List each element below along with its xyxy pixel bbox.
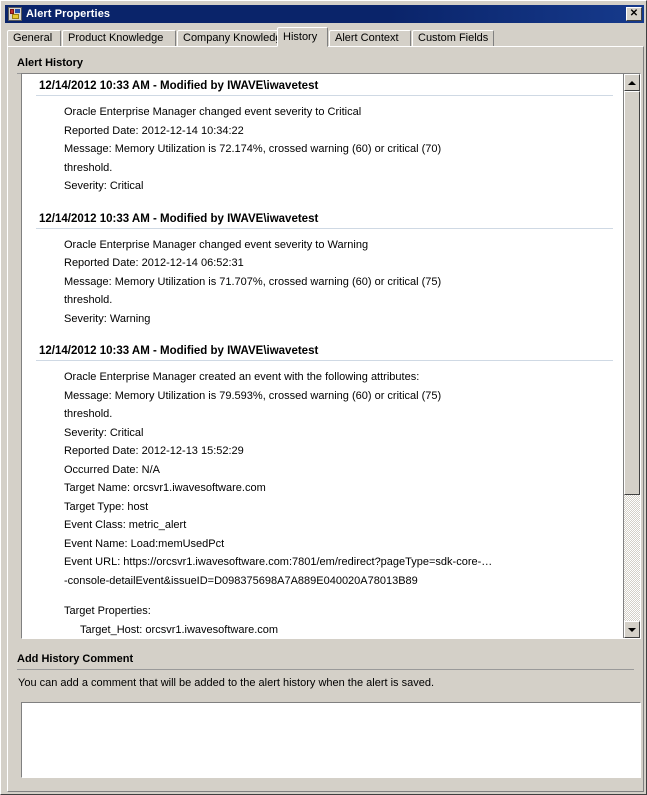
scroll-up-button[interactable] (624, 74, 640, 91)
history-entry-line: -console-detailEvent&issueID=D098375698A… (64, 574, 418, 587)
tab-product-knowledge[interactable]: Product Knowledge (62, 30, 176, 47)
tab-history[interactable]: History (277, 27, 328, 47)
scroll-down-arrow-icon (628, 627, 636, 632)
history-entry: 12/14/2012 10:33 AM - Modified by IWAVE\… (22, 74, 623, 196)
close-icon[interactable]: ✕ (626, 7, 642, 21)
history-entry-line: threshold. (64, 161, 113, 174)
scrollbar-thumb[interactable] (624, 91, 640, 495)
history-entry-line: threshold. (64, 294, 113, 306)
comment-hint-text: You can add a comment that will be added… (18, 677, 435, 689)
history-entry-line: Oracle Enterprise Manager created an eve… (64, 371, 420, 383)
history-entry-subline: Target_Host: orcsvr1.iwavesoftware.com (80, 623, 279, 636)
history-entry-line: threshold. (64, 408, 113, 420)
history-entry-title: 12/14/2012 10:33 AM - Modified by IWAVE\… (39, 80, 319, 92)
history-entry-line: Message: Memory Utilization is 72.174%, … (64, 143, 442, 155)
add-history-comment-rule (17, 669, 634, 670)
history-entry-line: Reported Date: 2012-12-13 15:52:29 (64, 445, 244, 457)
history-entry-line: Event URL: https://orcsvr1.iwavesoftware… (64, 556, 493, 568)
tab-custom-fields[interactable]: Custom Fields (412, 30, 494, 47)
history-entry-line: Occurred Date: N/A (64, 463, 160, 476)
app-properties-icon (8, 7, 22, 21)
tab-alert-context[interactable]: Alert Context (329, 30, 411, 47)
comment-textarea[interactable] (22, 703, 640, 777)
history-entry-line: Target Name: orcsvr1.iwavesoftware.com (64, 482, 266, 494)
history-entry-line: Event Name: Load:memUsedPct (64, 537, 225, 550)
tab-strip: General Product Knowledge Company Knowle… (7, 27, 644, 47)
history-entry-title: 12/14/2012 10:33 AM - Modified by IWAVE\… (39, 212, 319, 225)
window-title: Alert Properties (26, 8, 111, 20)
history-entry: 12/14/2012 10:33 AM - Modified by IWAVE\… (22, 207, 623, 329)
scroll-down-button[interactable] (624, 621, 640, 638)
history-entry-line: Message: Memory Utilization is 71.707%, … (64, 275, 442, 288)
history-entry-line: Message: Memory Utilization is 79.593%, … (64, 389, 442, 402)
history-entry-line: Severity: Critical (64, 180, 144, 192)
alert-history-list[interactable]: 12/14/2012 10:33 AM - Modified by IWAVE\… (21, 73, 641, 639)
history-entry-body: Oracle Enterprise Manager created an eve… (22, 361, 623, 638)
history-entry-body: Oracle Enterprise Manager changed event … (22, 96, 623, 196)
alert-properties-window: Alert Properties ✕ General Product Knowl… (0, 0, 647, 795)
history-entry-line: Target Properties: (64, 605, 151, 617)
alert-history-header: Alert History (17, 57, 84, 69)
entry-spacer (22, 196, 623, 207)
history-entry-line: Target Type: host (64, 500, 149, 513)
history-entry-body: Oracle Enterprise Manager changed event … (22, 229, 623, 329)
add-history-comment-header: Add History Comment (17, 653, 134, 665)
history-entry: 12/14/2012 10:33 AM - Modified by IWAVE\… (22, 339, 623, 638)
history-entry-line: Reported Date: 2012-12-14 06:52:31 (64, 257, 244, 269)
tab-general[interactable]: General (7, 30, 61, 47)
scroll-up-arrow-icon (628, 80, 636, 85)
comment-input-container[interactable] (21, 702, 641, 778)
title-bar[interactable]: Alert Properties ✕ (5, 5, 644, 23)
history-entry-title: 12/14/2012 10:33 AM - Modified by IWAVE\… (39, 345, 319, 357)
history-entry-line: Oracle Enterprise Manager changed event … (64, 106, 362, 118)
history-entry-line: Reported Date: 2012-12-14 10:34:22 (64, 124, 244, 137)
history-entry-line: Severity: Warning (64, 312, 151, 325)
entry-spacer (22, 328, 623, 339)
history-entry-line: Severity: Critical (64, 426, 144, 439)
history-tab-page: Alert History 12/14/2012 10:33 AM - Modi… (7, 46, 644, 792)
history-entry-blank-line (64, 590, 623, 602)
history-entry-line: Event Class: metric_alert (64, 519, 187, 531)
history-scrollbar[interactable] (623, 74, 640, 638)
history-entry-line: Oracle Enterprise Manager changed event … (64, 238, 369, 251)
window-client-area: Alert Properties ✕ General Product Knowl… (2, 2, 645, 793)
alert-history-content: 12/14/2012 10:33 AM - Modified by IWAVE\… (22, 74, 623, 638)
